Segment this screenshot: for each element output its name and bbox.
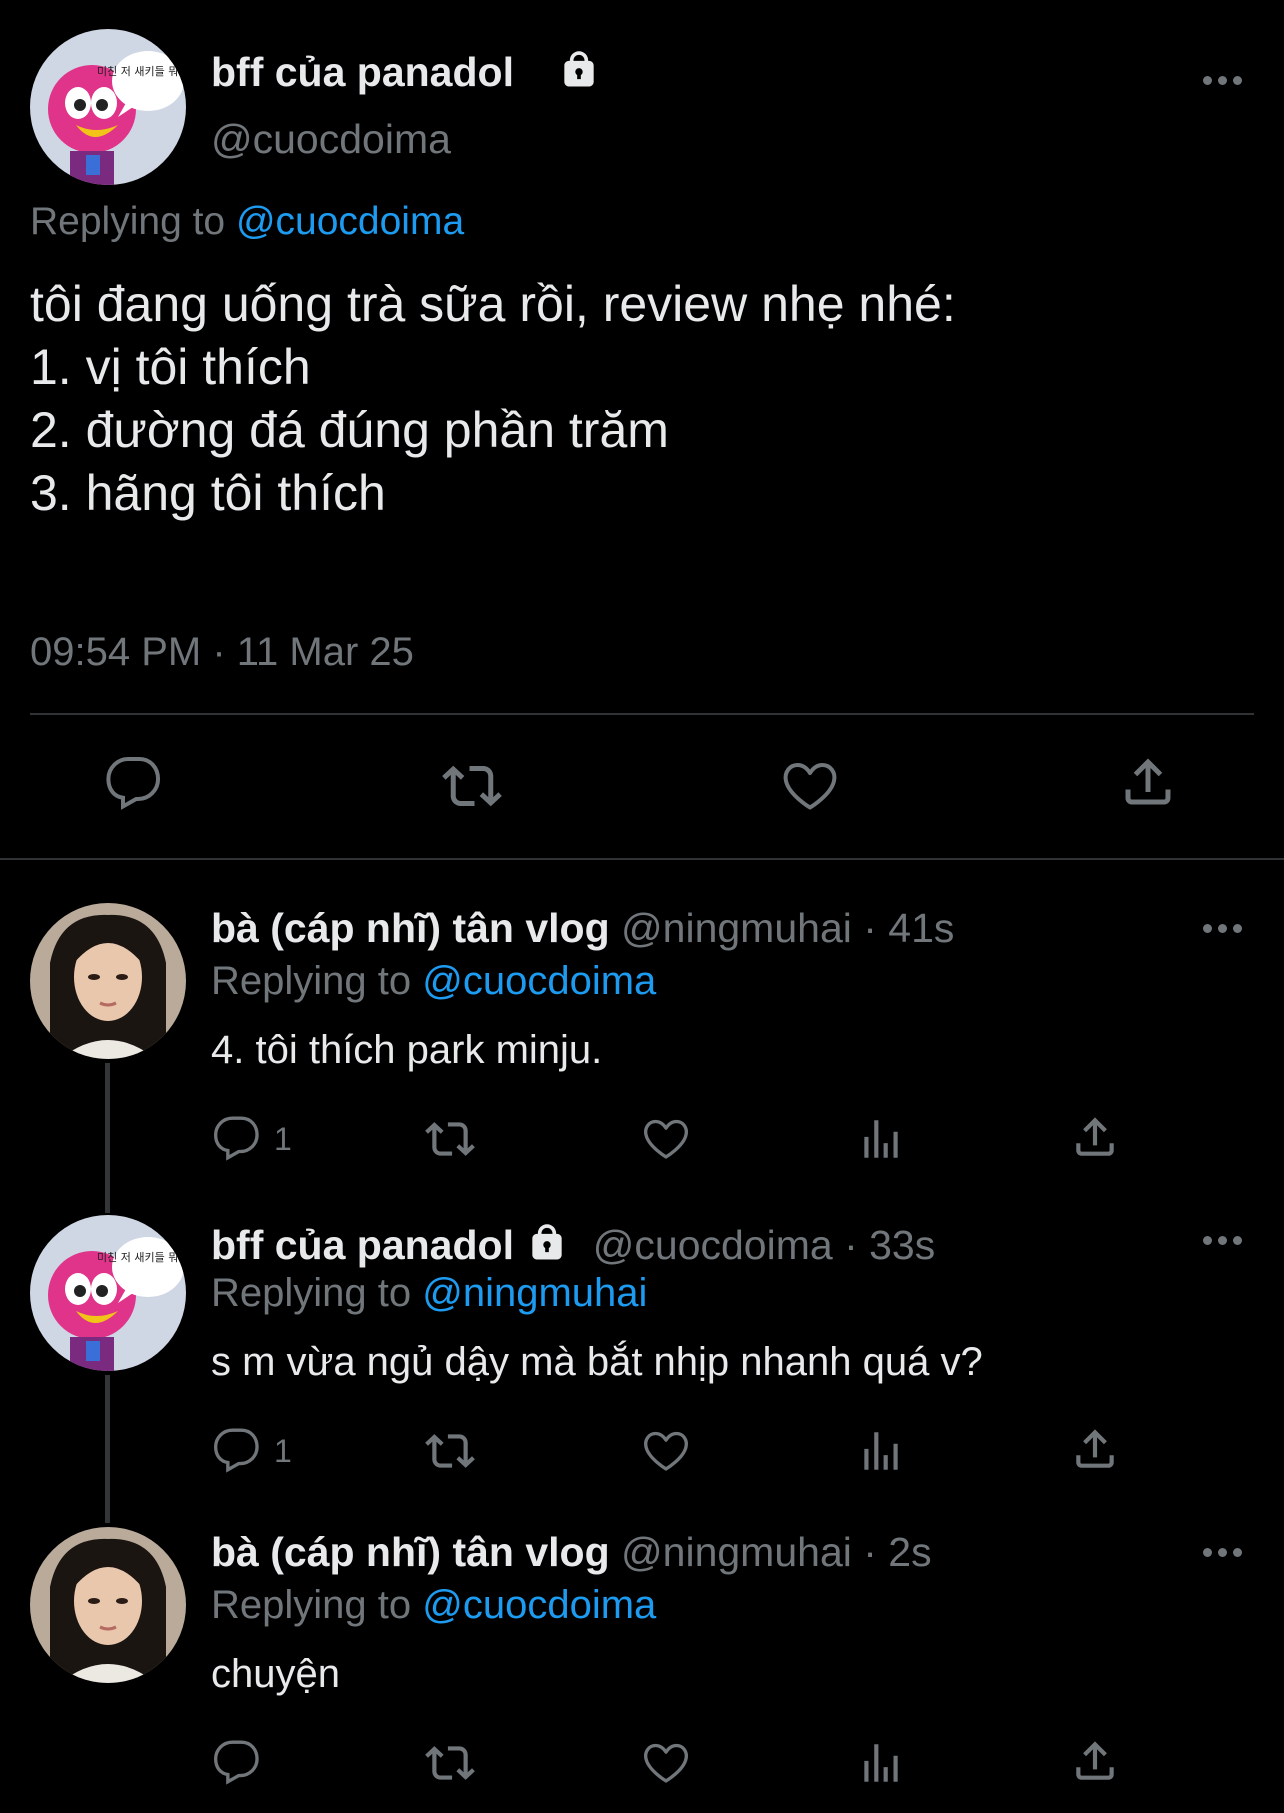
tweet-text: tôi đang uống trà sữa rồi, review nhẹ nh…: [30, 273, 956, 525]
replying-prefix: Replying to: [30, 200, 236, 243]
handle-time[interactable]: @cuocdoima · 33s: [593, 1222, 935, 1268]
retweet-icon[interactable]: [425, 1426, 475, 1476]
reply-text: 4. tôi thích park minju.: [211, 1028, 603, 1072]
avatar[interactable]: 미친 저 새키들 뭐해...: [30, 1215, 186, 1371]
like-icon[interactable]: [641, 1114, 691, 1164]
replying-to: Replying to @cuocdoima: [30, 200, 464, 244]
replying-link[interactable]: @ningmuhai: [422, 1271, 647, 1315]
share-icon[interactable]: [1070, 1736, 1120, 1786]
replying-prefix: Replying to: [211, 1271, 423, 1315]
replying-prefix: Replying to: [211, 959, 423, 1003]
reply-count: 1: [274, 1121, 292, 1157]
avatar-speech-text: 미친 저 새키들 뭐해...: [97, 1250, 186, 1264]
reply-header: bà (cáp nhĩ) tân vlog @ningmuhai · 2s: [211, 1529, 932, 1576]
reply-text: s m vừa ngủ dậy mà bắt nhịp nhanh quá v?: [211, 1340, 983, 1384]
share-icon[interactable]: [1118, 752, 1178, 812]
reply-icon[interactable]: [212, 1114, 262, 1164]
reply-header: bff của panadol @cuocdoima · 33s: [211, 1221, 935, 1275]
tweet-line: tôi đang uống trà sữa rồi, review nhẹ nh…: [30, 276, 956, 332]
replying-to: Replying to @cuocdoima: [211, 959, 656, 1004]
display-name[interactable]: bff của panadol: [211, 1222, 514, 1268]
replying-link[interactable]: @cuocdoima: [422, 959, 656, 1003]
more-icon[interactable]: [1203, 924, 1243, 936]
tweet-line: 3. hãng tôi thích: [30, 465, 386, 521]
retweet-icon[interactable]: [425, 1114, 475, 1164]
reply-header: bà (cáp nhĩ) tân vlog @ningmuhai · 41s: [211, 905, 954, 952]
avatar[interactable]: 미친 저 새키들 뭐해...: [30, 29, 186, 185]
share-icon[interactable]: [1070, 1424, 1120, 1474]
retweet-icon[interactable]: [442, 756, 502, 816]
divider: [0, 858, 1284, 860]
reply-icon[interactable]: [104, 754, 164, 814]
retweet-icon[interactable]: [425, 1738, 475, 1788]
tweet-line: 2. đường đá đúng phần trăm: [30, 402, 669, 458]
display-name[interactable]: bff của panadol: [211, 49, 514, 96]
reply-text: chuyện: [211, 1652, 340, 1696]
thread-line: [105, 1063, 110, 1213]
lock-icon: [557, 48, 601, 97]
more-icon[interactable]: [1203, 1548, 1243, 1560]
more-icon[interactable]: [1203, 1236, 1243, 1248]
replying-prefix: Replying to: [211, 1583, 423, 1627]
avatar-speech-text: 미친 저 새키들 뭐해...: [97, 64, 186, 78]
views-icon[interactable]: [856, 1114, 906, 1164]
tweet-line: 1. vị tôi thích: [30, 339, 311, 395]
reply-icon[interactable]: [212, 1738, 262, 1788]
lock-icon: [525, 1221, 581, 1275]
tweet-timestamp[interactable]: 09:54 PM · 11 Mar 25: [30, 630, 414, 675]
like-icon[interactable]: [641, 1426, 691, 1476]
views-icon[interactable]: [856, 1738, 906, 1788]
display-name[interactable]: bà (cáp nhĩ) tân vlog: [211, 905, 610, 951]
reply-icon[interactable]: [212, 1426, 262, 1476]
views-icon[interactable]: [856, 1426, 906, 1476]
like-icon[interactable]: [641, 1738, 691, 1788]
replying-to: Replying to @ningmuhai: [211, 1271, 647, 1316]
avatar[interactable]: [30, 903, 186, 1059]
more-icon[interactable]: [1203, 76, 1243, 88]
like-icon[interactable]: [780, 756, 840, 816]
reply-count: 1: [274, 1433, 292, 1469]
replying-link[interactable]: @cuocdoima: [236, 200, 464, 243]
replying-to: Replying to @cuocdoima: [211, 1583, 656, 1628]
share-icon[interactable]: [1070, 1112, 1120, 1162]
handle[interactable]: @cuocdoima: [211, 116, 451, 163]
divider: [30, 713, 1254, 715]
avatar[interactable]: [30, 1527, 186, 1683]
handle-time[interactable]: @ningmuhai · 41s: [621, 905, 954, 951]
thread-line: [105, 1375, 110, 1523]
handle-time[interactable]: @ningmuhai · 2s: [621, 1529, 932, 1575]
display-name[interactable]: bà (cáp nhĩ) tân vlog: [211, 1529, 610, 1575]
replying-link[interactable]: @cuocdoima: [422, 1583, 656, 1627]
